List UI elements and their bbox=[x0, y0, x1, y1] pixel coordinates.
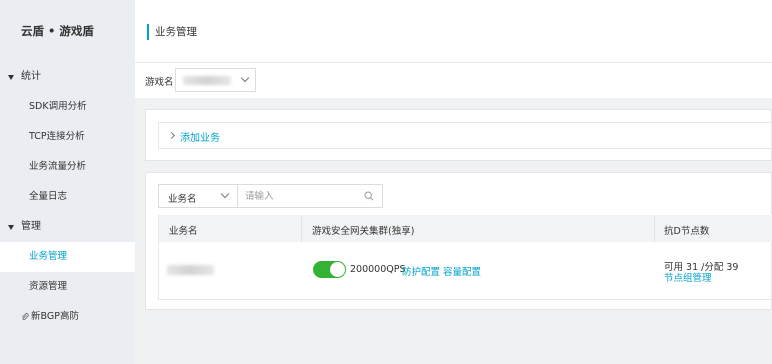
column-header-gateway: 游戏安全网关集群(独享) bbox=[312, 226, 415, 237]
sidebar-group-label: 管理 bbox=[21, 221, 41, 232]
search-box bbox=[237, 184, 383, 208]
protect-config-link[interactable]: 防护配置 bbox=[402, 264, 440, 278]
column-divider bbox=[654, 215, 655, 242]
table-header: 业务名 游戏安全网关集群(独享) 抗D节点数 bbox=[159, 215, 772, 242]
game-name-label: 游戏名 bbox=[145, 77, 174, 88]
game-name-select[interactable] bbox=[175, 68, 256, 92]
column-header-anti-ddos-nodes: 抗D节点数 bbox=[664, 226, 710, 237]
capacity-config-link[interactable]: 容量配置 bbox=[443, 264, 481, 278]
sidebar-item-label: 新BGP高防 bbox=[31, 311, 79, 322]
column-divider bbox=[301, 215, 302, 242]
column-header-service-name: 业务名 bbox=[169, 226, 198, 237]
node-group-manage-link[interactable]: 节点组管理 bbox=[664, 270, 712, 284]
redacted-game-name bbox=[183, 76, 231, 85]
gateway-toggle[interactable] bbox=[313, 261, 346, 278]
sidebar-item-sdk-analysis[interactable]: SDK调用分析 bbox=[0, 92, 135, 122]
sidebar-item-bgp[interactable]: 新BGP高防 bbox=[0, 302, 135, 332]
page-header: 业务管理 bbox=[135, 0, 772, 62]
chevron-right-icon bbox=[167, 131, 176, 140]
caret-down-icon bbox=[8, 224, 14, 230]
service-table: 业务名 游戏安全网关集群(独享) 抗D节点数 200000QPS 防护配置 容量… bbox=[158, 215, 772, 300]
add-service-button[interactable]: 添加业务 bbox=[158, 122, 772, 149]
search-field-label: 业务名 bbox=[168, 194, 197, 205]
sidebar-item-tcp-analysis[interactable]: TCP连接分析 bbox=[0, 122, 135, 152]
sidebar-item-full-logs[interactable]: 全量日志 bbox=[0, 182, 135, 212]
qps-value: 200000QPS bbox=[350, 264, 406, 275]
toggle-knob bbox=[330, 262, 345, 277]
add-service-label: 添加业务 bbox=[180, 133, 220, 144]
sidebar-item-traffic-analysis[interactable]: 业务流量分析 bbox=[0, 152, 135, 182]
chevron-down-icon bbox=[220, 189, 230, 199]
sidebar-item-service-manage[interactable]: 业务管理 bbox=[0, 242, 135, 272]
service-list-panel: 业务名 业务名 游戏安全网关集群(独享) 抗D节点数 bbox=[145, 172, 772, 310]
add-service-panel: 添加业务 bbox=[145, 109, 772, 161]
chevron-down-icon bbox=[240, 73, 250, 83]
paperclip-icon bbox=[22, 313, 29, 321]
search-field-select[interactable]: 业务名 bbox=[158, 184, 238, 208]
search-input[interactable] bbox=[245, 189, 355, 204]
sidebar-group-manage[interactable]: 管理 bbox=[0, 212, 135, 242]
game-filter-bar: 游戏名 bbox=[135, 62, 772, 98]
page-title: 业务管理 bbox=[155, 26, 197, 38]
main-content: 业务管理 游戏名 添加业务 业务名 业务名 bbox=[135, 0, 772, 364]
sidebar-group-stats[interactable]: 统计 bbox=[0, 62, 135, 92]
search-icon[interactable] bbox=[364, 191, 374, 201]
redacted-service-name bbox=[167, 265, 214, 275]
brand-title: 云盾 • 游戏盾 bbox=[21, 24, 94, 38]
sidebar-item-resource-manage[interactable]: 资源管理 bbox=[0, 272, 135, 302]
title-accent-bar bbox=[147, 24, 149, 40]
sidebar-group-label: 统计 bbox=[21, 71, 41, 82]
sidebar: 云盾 • 游戏盾 统计 SDK调用分析 TCP连接分析 业务流量分析 全量日志 … bbox=[0, 0, 135, 364]
caret-down-icon bbox=[8, 74, 14, 80]
